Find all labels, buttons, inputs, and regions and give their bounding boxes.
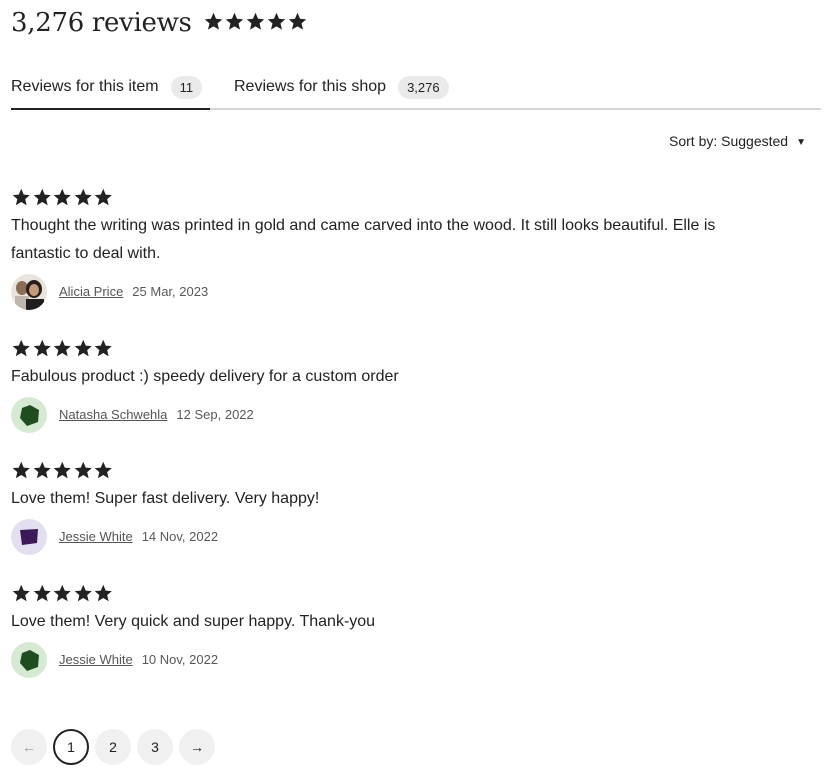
review-item: Fabulous product :) speedy delivery for … (11, 338, 771, 433)
review-text: Thought the writing was printed in gold … (11, 216, 716, 262)
star-icon (74, 339, 92, 357)
review-rating-stars (11, 460, 771, 481)
star-icon (12, 584, 30, 602)
page-title: 3,276 reviews (11, 8, 192, 38)
star-icon (12, 188, 30, 206)
star-icon (33, 461, 51, 479)
star-icon (288, 12, 306, 30)
star-icon (74, 461, 92, 479)
review-date: 14 Nov, 2022 (141, 529, 219, 544)
avatar[interactable] (11, 641, 47, 678)
tab-count-badge: 3,276 (398, 75, 449, 99)
review-rating-stars (11, 338, 771, 359)
tab-reviews-for-shop[interactable]: Reviews for this shop 3,276 (234, 66, 449, 108)
avatar[interactable] (11, 273, 47, 310)
star-icon (74, 188, 92, 206)
review-tabs: Reviews for this item 11 Reviews for thi… (11, 66, 821, 110)
sort-label: Sort by: Suggested (669, 133, 789, 149)
review-rating-stars (11, 187, 771, 208)
review-author-link[interactable]: Alicia Price (59, 284, 123, 299)
page-3-button[interactable]: 3 (137, 729, 173, 765)
review-author-link[interactable]: Jessie White (59, 652, 133, 667)
green-pentagon-icon (11, 641, 47, 678)
review-meta: Jessie White 10 Nov, 2022 (11, 641, 771, 678)
star-icon (12, 461, 30, 479)
page-2-button[interactable]: 2 (95, 729, 131, 765)
tab-label: Reviews for this shop (234, 78, 387, 95)
avatar[interactable] (11, 518, 47, 555)
review-date: 25 Mar, 2023 (132, 284, 209, 299)
star-icon (204, 12, 222, 30)
star-icon (94, 339, 112, 357)
review-text: Love them! Super fast delivery. Very hap… (11, 489, 320, 507)
star-icon (53, 188, 71, 206)
star-icon (94, 461, 112, 479)
page-1-button[interactable]: 1 (53, 729, 89, 765)
caret-down-icon: ▼ (796, 137, 806, 148)
review-item: Love them! Super fast delivery. Very hap… (11, 460, 771, 555)
star-icon (33, 584, 51, 602)
star-icon (74, 584, 92, 602)
review-author-link[interactable]: Natasha Schwehla (59, 407, 167, 422)
tab-count-badge: 11 (170, 75, 203, 99)
review-meta: Jessie White 14 Nov, 2022 (11, 518, 771, 555)
next-page-button[interactable]: → (179, 729, 215, 765)
star-icon (53, 584, 71, 602)
sort-dropdown[interactable]: Sort by: Suggested ▼ (669, 133, 806, 149)
review-item: Thought the writing was printed in gold … (11, 187, 771, 310)
review-text: Love them! Very quick and super happy. T… (11, 612, 376, 630)
review-rating-stars (11, 583, 771, 604)
prev-page-button[interactable]: ← (11, 729, 47, 765)
star-icon (225, 12, 243, 30)
avatar-photo-icon (11, 273, 47, 310)
review-item: Love them! Very quick and super happy. T… (11, 583, 771, 678)
star-icon (12, 339, 30, 357)
star-icon (94, 188, 112, 206)
review-author-link[interactable]: Jessie White (59, 529, 133, 544)
purple-shape-icon (11, 518, 47, 555)
star-icon (53, 339, 71, 357)
overall-rating-stars (203, 11, 308, 32)
review-date: 10 Nov, 2022 (141, 652, 219, 667)
review-meta: Alicia Price 25 Mar, 2023 (11, 273, 771, 310)
review-text: Fabulous product :) speedy delivery for … (11, 367, 399, 385)
star-icon (94, 584, 112, 602)
star-icon (246, 12, 264, 30)
star-icon (33, 188, 51, 206)
star-icon (267, 12, 285, 30)
reviews-header: 3,276 reviews (11, 8, 308, 38)
review-date: 12 Sep, 2022 (176, 407, 254, 422)
avatar[interactable] (11, 396, 47, 433)
star-icon (33, 339, 51, 357)
tab-label: Reviews for this item (11, 78, 159, 95)
pagination: ← 1 2 3 → (11, 729, 221, 765)
tab-reviews-for-item[interactable]: Reviews for this item 11 (11, 66, 210, 110)
star-icon (53, 461, 71, 479)
green-pentagon-icon (11, 396, 47, 433)
review-meta: Natasha Schwehla 12 Sep, 2022 (11, 396, 771, 433)
